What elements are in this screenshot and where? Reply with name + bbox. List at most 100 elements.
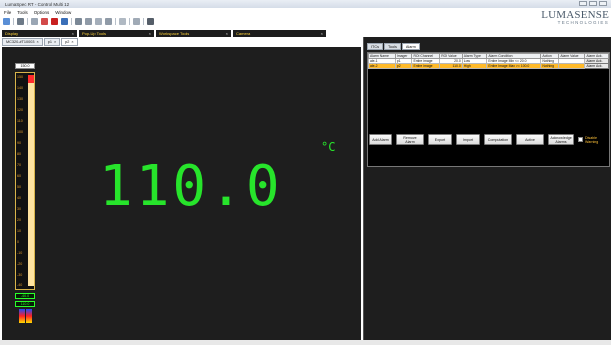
disable-warning-checkbox[interactable]: Disable Warning (578, 136, 599, 144)
scale-tick: 10 (17, 229, 21, 233)
scale-tick: 50 (17, 185, 21, 189)
rectangle-icon[interactable] (95, 17, 102, 25)
computation-button[interactable]: Computation (484, 134, 512, 145)
scale-tick: 60 (17, 174, 21, 178)
panel-popup-tools-label: Pop-Up Tools (82, 31, 106, 36)
scale-tick: 40 (17, 196, 21, 200)
crosshair-icon[interactable] (75, 17, 82, 25)
cell-type: High (461, 63, 488, 69)
alarm-table: Alarm Name Imager ROI Channel ROI Value … (368, 53, 609, 69)
tab-itcs[interactable]: ITCs (367, 43, 384, 50)
add-alarm-button[interactable]: Add Alarm (369, 134, 392, 145)
layout-icon[interactable] (119, 17, 126, 25)
scale-tick: 0 (17, 240, 19, 244)
menu-file[interactable]: File (4, 10, 11, 15)
close-icon[interactable]: × (321, 31, 323, 36)
panel-display-label: Display (5, 31, 19, 36)
alarm-grid: Alarm Name Imager ROI Channel ROI Value … (367, 52, 610, 167)
line-tool-icon[interactable] (41, 17, 48, 25)
cell-alarm-value (558, 63, 586, 69)
minimize-button[interactable] (579, 1, 587, 6)
close-icon[interactable]: × (149, 31, 151, 36)
close-button[interactable] (599, 1, 607, 6)
panel-popup-tools[interactable]: Pop-Up Tools × (79, 30, 154, 37)
scale-min-box[interactable]: -40.0 (15, 293, 35, 299)
acknowledge-alarms-button[interactable]: Acknowledge Alarms (548, 134, 574, 145)
scale-tick: 80 (17, 152, 21, 156)
scale-tick: 20 (17, 218, 21, 222)
remove-alarm-button[interactable]: Remove Alarm (396, 134, 424, 145)
doc-tab-device[interactable]: MC320-#T10003 × (2, 38, 43, 46)
scale-tick: 30 (17, 207, 21, 211)
panel-camera[interactable]: Camera × (233, 30, 326, 37)
camera-icon[interactable] (3, 17, 10, 25)
right-tabs: ITCs Tools Alarm (364, 43, 420, 50)
alarm-ack-button[interactable]: Alarm Ack. (584, 63, 609, 69)
close-icon[interactable]: × (226, 31, 228, 36)
cell-action: Nothing (540, 63, 560, 69)
cell-name: ale-2 (368, 63, 396, 69)
cell-condition: Entire Image Max >= 100.0 (486, 63, 542, 69)
toolbar-separator (71, 17, 72, 25)
thermal-display[interactable]: 150.0 150 140 130 120 110 100 90 80 70 6… (2, 47, 361, 345)
import-button[interactable]: Import (456, 134, 480, 145)
close-icon[interactable]: × (54, 40, 56, 44)
scale-tick: 150 (17, 75, 23, 79)
doc-tab-label: p1 (47, 40, 52, 44)
checkbox-box[interactable] (578, 137, 583, 142)
logo: LUMASENSE TECHNOLOGIES (541, 9, 609, 25)
cell-imager: p2 (394, 63, 413, 69)
app-title: LumaSpec RT - Control Multi 12 (5, 1, 70, 7)
toolbar-separator (129, 17, 130, 25)
panel-workspace-tools[interactable]: Workspace Tools × (156, 30, 231, 37)
delete-icon[interactable] (51, 17, 58, 25)
scale-bar[interactable]: 150 140 130 120 110 100 90 80 70 60 50 4… (15, 72, 35, 290)
tab-label: ITCs (371, 44, 380, 49)
export-button[interactable]: Export (428, 134, 452, 145)
scale-value-box[interactable]: 110.0 (15, 301, 35, 307)
tab-label: Tools (388, 44, 397, 49)
close-icon[interactable]: × (71, 40, 73, 44)
window-controls (579, 1, 607, 6)
grid-icon[interactable] (31, 17, 38, 25)
scale-fill-alarm (28, 75, 34, 83)
document-tabs: MC320-#T10003 × p1 × p2 × (2, 38, 78, 46)
active-button[interactable]: Active (516, 134, 544, 145)
palette-icon[interactable] (19, 309, 32, 323)
status-bar (0, 340, 611, 345)
menu-window[interactable]: Window (55, 10, 71, 15)
close-icon[interactable]: × (37, 40, 39, 44)
doc-tab-p1[interactable]: p1 × (43, 38, 61, 46)
alarm-button-row: Add Alarm Remove Alarm Export Import Com… (369, 134, 599, 145)
table-row[interactable]: ale-2 p2 Entire image 110.0 High Entire … (368, 63, 609, 69)
menu-bar: File Tools Options Window (0, 8, 71, 16)
tab-tools[interactable]: Tools (384, 43, 401, 50)
toolbar-separator (27, 17, 28, 25)
capture-icon[interactable] (133, 17, 140, 25)
doc-tab-label: MC320-#T10003 (6, 40, 35, 44)
draw-line-icon[interactable] (85, 17, 92, 25)
temperature-unit: °C (321, 140, 336, 154)
disable-warning-label: Disable Warning (585, 135, 599, 144)
image-icon[interactable] (61, 17, 68, 25)
doc-tab-p2[interactable]: p2 × (61, 38, 78, 46)
menu-tools[interactable]: Tools (17, 10, 28, 15)
menu-options[interactable]: Options (34, 10, 50, 15)
scale-tick: 70 (17, 163, 21, 167)
scale-tick: 100 (17, 130, 23, 134)
toolbar-separator (115, 17, 116, 25)
scale-tick: 130 (17, 97, 23, 101)
right-pane: ITCs Tools Alarm Alarm Name Imager ROI C… (363, 37, 611, 345)
maximize-button[interactable] (589, 1, 597, 6)
panel-display[interactable]: Display × (2, 30, 77, 37)
zoom-icon[interactable] (105, 17, 112, 25)
scale-max-label[interactable]: 150.0 (15, 63, 35, 69)
scale-tick: 140 (17, 86, 23, 90)
tools-icon[interactable] (147, 17, 154, 25)
tab-alarm[interactable]: Alarm (401, 43, 420, 50)
toolbar (0, 16, 250, 26)
scale-tick: -40 (17, 283, 23, 287)
settings-icon[interactable] (17, 17, 24, 25)
close-icon[interactable]: × (72, 31, 74, 36)
scale-tick: -10 (17, 251, 23, 255)
